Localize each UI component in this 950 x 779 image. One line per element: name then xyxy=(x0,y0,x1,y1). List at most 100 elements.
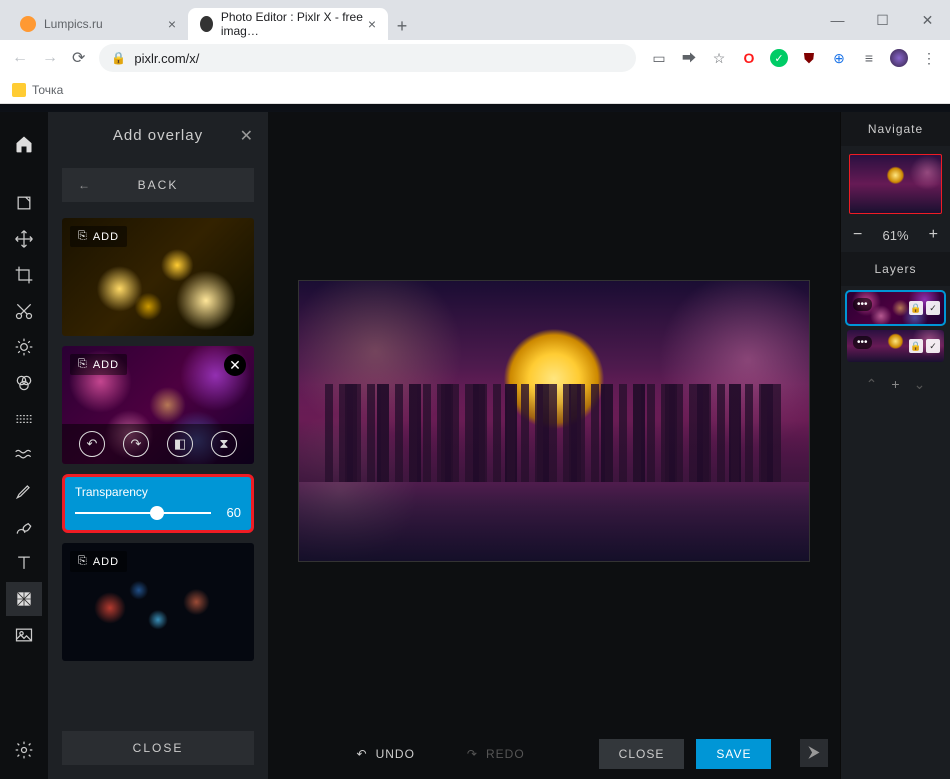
cut-tool[interactable] xyxy=(6,294,42,328)
bookmarks-bar: Точка xyxy=(0,76,950,104)
browser-tab-1[interactable]: Lumpics.ru × xyxy=(8,8,188,40)
navigate-header: Navigate xyxy=(841,112,950,146)
overlay-add-button[interactable]: ⎘ ADD xyxy=(70,226,127,247)
tab-title: Photo Editor : Pixlr X - free imag… xyxy=(221,10,368,38)
filter-tool[interactable] xyxy=(6,366,42,400)
bookmark-label: Точка xyxy=(32,83,63,97)
move-tool[interactable] xyxy=(6,222,42,256)
layer-menu-icon[interactable]: ••• xyxy=(853,298,872,311)
home-button[interactable] xyxy=(6,122,42,166)
retouch-tool[interactable] xyxy=(6,474,42,508)
draw-tool[interactable] xyxy=(6,510,42,544)
window-minimize[interactable]: — xyxy=(815,0,860,40)
tab-favicon xyxy=(20,16,36,32)
transparency-value: 60 xyxy=(219,505,241,520)
reload-icon[interactable]: ⟳ xyxy=(72,48,85,68)
back-label: BACK xyxy=(138,178,179,192)
bookmark-item[interactable]: Точка xyxy=(12,83,63,97)
ext-screen-icon[interactable]: ▭ xyxy=(650,49,668,67)
lock-icon: 🔒 xyxy=(111,51,126,65)
rotate-left-icon[interactable]: ↶ xyxy=(79,431,105,457)
overlay-add-button[interactable]: ⎘ ADD xyxy=(70,551,127,572)
tab-favicon xyxy=(200,16,213,32)
undo-button[interactable]: ↶ UNDO xyxy=(337,739,435,769)
slider-thumb[interactable] xyxy=(150,506,164,520)
overlay-remove-icon[interactable]: ✕ xyxy=(224,354,246,376)
panel-close-button[interactable]: CLOSE xyxy=(62,731,254,765)
add-icon: ⎘ xyxy=(78,230,88,243)
zoom-in-button[interactable]: + xyxy=(929,226,938,244)
overlay-tool[interactable] xyxy=(6,582,42,616)
zoom-value: 61% xyxy=(882,228,908,243)
save-button[interactable]: SAVE xyxy=(696,739,771,769)
layer-up-icon[interactable]: ⌃ xyxy=(866,376,878,393)
ext-globe-icon[interactable]: ⊕ xyxy=(830,49,848,67)
panel-close-icon[interactable]: ✕ xyxy=(240,126,254,146)
overlay-item[interactable]: ⎘ ADD xyxy=(62,218,254,336)
canvas-image[interactable] xyxy=(299,281,809,561)
forward-nav-icon[interactable]: → xyxy=(42,49,58,67)
add-icon: ⎘ xyxy=(78,555,88,568)
layers-header: Layers xyxy=(841,252,950,286)
ext-translate-icon[interactable]: ⮕ xyxy=(680,49,698,67)
effect-tool[interactable] xyxy=(6,402,42,436)
flip-horizontal-icon[interactable]: ◧ xyxy=(167,431,193,457)
browser-tab-strip: Lumpics.ru × Photo Editor : Pixlr X - fr… xyxy=(0,0,950,40)
layer-item[interactable]: ••• 🔒 ✓ xyxy=(847,330,944,362)
ext-check-icon[interactable]: ✓ xyxy=(770,49,788,67)
window-close[interactable]: ✕ xyxy=(905,0,950,40)
flip-vertical-icon[interactable]: ⧗ xyxy=(211,431,237,457)
address-bar: ← → ⟳ 🔒 pixlr.com/x/ ▭ ⮕ ☆ O ✓ ⛊ ⊕ ≡ ⋮ xyxy=(0,40,950,76)
overlay-item-selected[interactable]: ⎘ ADD ✕ ↶ ↷ ◧ ⧗ xyxy=(62,346,254,464)
back-button[interactable]: ← BACK xyxy=(62,168,254,202)
tool-rail xyxy=(0,112,48,779)
redo-icon: ↷ xyxy=(467,747,478,761)
window-maximize[interactable]: ☐ xyxy=(860,0,905,40)
zoom-out-button[interactable]: − xyxy=(853,226,862,244)
menu-icon[interactable]: ⋮ xyxy=(920,49,938,67)
star-icon[interactable]: ☆ xyxy=(710,49,728,67)
overlay-panel: Add overlay ✕ ← BACK ⎘ ADD ⎘ ADD xyxy=(48,112,268,779)
transparency-slider[interactable] xyxy=(75,512,211,514)
url-text: pixlr.com/x/ xyxy=(134,51,199,66)
overlay-add-button[interactable]: ⎘ ADD xyxy=(70,354,127,375)
lock-icon[interactable]: 🔒 xyxy=(909,339,923,353)
ext-reader-icon[interactable]: ≡ xyxy=(860,49,878,67)
liquify-tool[interactable] xyxy=(6,438,42,472)
visible-icon[interactable]: ✓ xyxy=(926,339,940,353)
panel-title: Add overlay xyxy=(113,127,203,144)
tab-title: Lumpics.ru xyxy=(44,17,103,31)
crop-tool[interactable] xyxy=(6,258,42,292)
url-input[interactable]: 🔒 pixlr.com/x/ xyxy=(99,44,636,72)
ext-opera-icon[interactable]: O xyxy=(740,49,758,67)
add-icon: ⎘ xyxy=(78,358,88,371)
visible-icon[interactable]: ✓ xyxy=(926,301,940,315)
navigator-thumbnail[interactable] xyxy=(849,154,942,214)
close-button[interactable]: CLOSE xyxy=(599,739,685,769)
image-tool[interactable] xyxy=(6,618,42,652)
profile-avatar[interactable] xyxy=(890,49,908,67)
lock-icon[interactable]: 🔒 xyxy=(909,301,923,315)
right-panel: Navigate − 61% + Layers ••• 🔒 ✓ ••• 🔒 ✓ xyxy=(840,112,950,779)
folder-icon xyxy=(12,83,26,97)
redo-button[interactable]: ↷ REDO xyxy=(447,739,545,769)
new-tab-button[interactable]: + xyxy=(388,12,416,40)
layer-menu-icon[interactable]: ••• xyxy=(853,336,872,349)
text-tool[interactable] xyxy=(6,546,42,580)
ext-ublock-icon[interactable]: ⛊ xyxy=(800,49,818,67)
adjust-tool[interactable] xyxy=(6,330,42,364)
back-arrow-icon: ← xyxy=(78,178,92,192)
back-nav-icon[interactable]: ← xyxy=(12,49,28,67)
layer-add-icon[interactable]: + xyxy=(891,376,899,393)
arrange-tool[interactable] xyxy=(6,186,42,220)
undo-icon: ↶ xyxy=(357,747,368,761)
layer-item[interactable]: ••• 🔒 ✓ xyxy=(847,292,944,324)
rotate-right-icon[interactable]: ↷ xyxy=(123,431,149,457)
browser-tab-2[interactable]: Photo Editor : Pixlr X - free imag… × xyxy=(188,8,388,40)
settings-button[interactable] xyxy=(6,733,42,767)
expand-panel-icon[interactable]: ⮞ xyxy=(800,739,828,767)
tab-close-icon[interactable]: × xyxy=(368,16,376,32)
tab-close-icon[interactable]: × xyxy=(168,16,176,32)
overlay-item[interactable]: ⎘ ADD xyxy=(62,543,254,661)
layer-down-icon[interactable]: ⌄ xyxy=(914,376,926,393)
